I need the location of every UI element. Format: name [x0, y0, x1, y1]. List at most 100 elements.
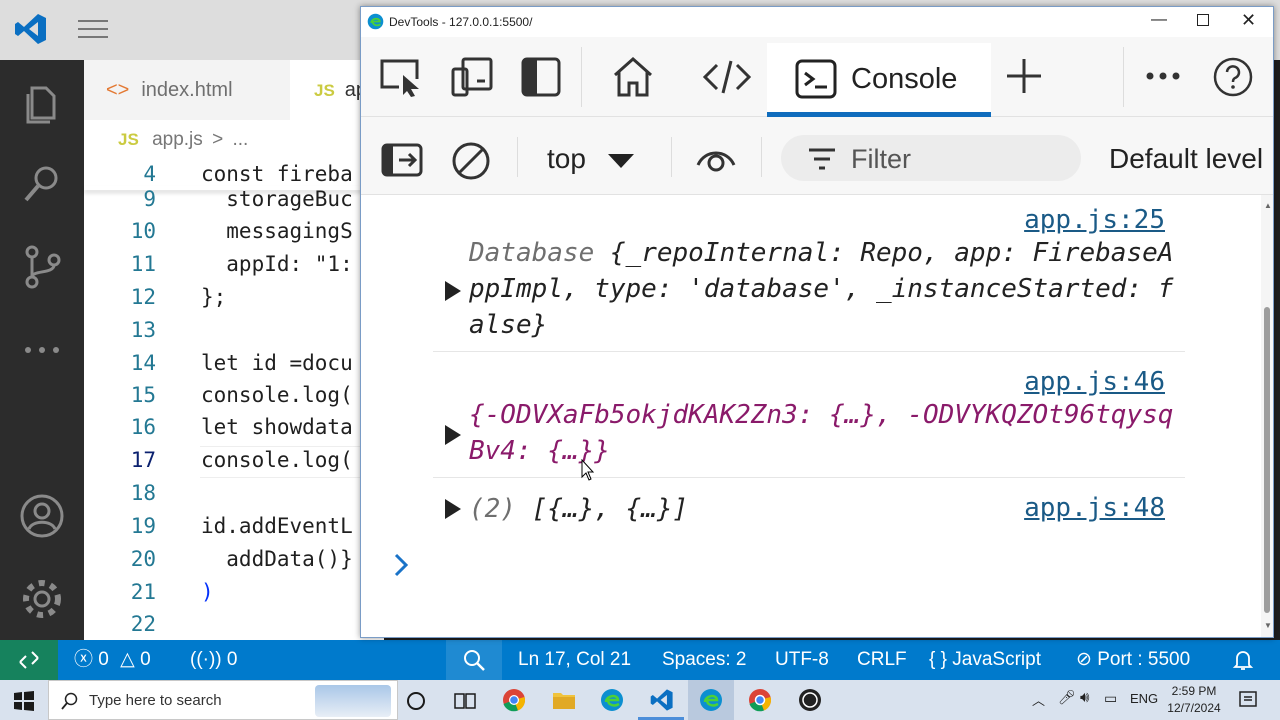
vscode-taskbar-icon[interactable]	[650, 688, 674, 712]
live-expression-eye-icon[interactable]	[695, 145, 737, 175]
tray-chevron-icon[interactable]: ︿	[1032, 690, 1045, 709]
console-message[interactable]: Database {_repoInternal: Repo, app: Fire…	[469, 235, 1179, 343]
file-explorer-icon[interactable]	[552, 689, 576, 711]
elements-tab-icon[interactable]	[703, 59, 751, 95]
js-file-icon: JS	[314, 81, 335, 100]
line-number: 13	[130, 318, 156, 342]
console-input[interactable]	[421, 547, 1221, 583]
scrollbar-thumb[interactable]	[1264, 307, 1270, 613]
more-icon[interactable]	[18, 326, 66, 374]
code-line: console.log(	[201, 448, 353, 472]
encoding[interactable]: UTF-8	[775, 640, 829, 680]
console-tab-icon	[795, 59, 837, 99]
network-icon[interactable]: ▭	[1104, 690, 1117, 707]
more-tools-icon[interactable]	[1145, 71, 1181, 81]
context-selector[interactable]: top	[547, 143, 634, 175]
microphone-icon[interactable]: 🎤︎	[1058, 689, 1076, 706]
explorer-icon[interactable]	[18, 80, 66, 128]
code-line: };	[201, 285, 227, 309]
tab-console[interactable]: Console	[767, 43, 991, 117]
code-line: appId: "1:	[201, 252, 353, 276]
devtools-window: DevTools - 127.0.0.1:5500/ — ✕ Console t…	[360, 6, 1274, 638]
toolbar-divider	[671, 137, 672, 177]
line-number: 16	[130, 415, 156, 439]
console-message[interactable]: {-ODVXaFb5okjdKAK2Zn3: {…}, -ODVYKQZOt96…	[469, 397, 1179, 469]
js-file-icon: JS	[118, 130, 139, 149]
message-separator	[433, 351, 1185, 352]
toolbar-divider	[761, 137, 762, 177]
dock-side-icon[interactable]	[521, 57, 561, 97]
edge-icon[interactable]	[600, 688, 624, 712]
notifications-bell-icon[interactable]	[1232, 649, 1254, 671]
breadcrumb-file[interactable]: app.js	[152, 129, 203, 150]
search-highlight-image	[315, 685, 391, 717]
devtools-titlebar[interactable]: DevTools - 127.0.0.1:5500/ — ✕	[361, 7, 1273, 37]
obs-icon[interactable]	[798, 688, 822, 712]
task-view-icon[interactable]	[454, 691, 476, 711]
html-file-icon: <>	[106, 79, 130, 101]
no-entry-icon: ⊘	[1076, 649, 1092, 670]
search-icon[interactable]	[18, 160, 66, 208]
scroll-up-icon[interactable]: ▲	[1264, 201, 1272, 210]
add-tab-plus-icon[interactable]	[1005, 57, 1043, 95]
volume-icon[interactable]: 🔊︎	[1080, 689, 1089, 706]
code-line: let showdata	[201, 415, 353, 439]
windows-start-icon[interactable]	[14, 691, 34, 711]
account-icon[interactable]	[18, 492, 66, 540]
device-emulation-icon[interactable]	[451, 57, 495, 99]
source-link[interactable]: app.js:46	[1024, 367, 1165, 397]
show-sidebar-icon[interactable]	[381, 143, 423, 177]
taskbar-search-box[interactable]: Type here to search	[48, 680, 398, 720]
tab-index-html[interactable]: <> index.html	[106, 60, 286, 120]
log-levels-dropdown[interactable]: Default level	[1109, 143, 1263, 175]
minimize-button[interactable]: —	[1151, 11, 1167, 29]
live-server-port[interactable]: ⊘ Port : 5500	[1076, 640, 1190, 680]
source-control-icon[interactable]	[18, 242, 66, 290]
cortana-icon[interactable]	[406, 691, 426, 711]
problems-indicator[interactable]: ⓧ 0 △ 0	[74, 640, 151, 680]
console-toolbar: top Filter Default level	[361, 117, 1273, 195]
edge-devtools-taskbar-button[interactable]	[688, 680, 734, 720]
help-icon[interactable]	[1213, 57, 1253, 97]
search-placeholder: Type here to search	[89, 692, 222, 709]
scroll-down-icon[interactable]: ▼	[1264, 621, 1272, 630]
console-message[interactable]: (2) [{…}, {…}]	[469, 491, 1179, 527]
line-number: 20	[130, 547, 156, 571]
mouse-cursor-icon	[581, 459, 595, 481]
breadcrumb: JS app.js > ...	[84, 120, 384, 160]
close-button[interactable]: ✕	[1241, 10, 1256, 31]
code-editor[interactable]: 4 const fireba 9 storageBuc 10 messaging…	[84, 160, 384, 640]
source-link[interactable]: app.js:25	[1024, 205, 1165, 235]
expand-triangle-icon[interactable]	[445, 499, 461, 519]
language-indicator[interactable]: ENG	[1130, 691, 1158, 706]
expand-triangle-icon[interactable]	[445, 425, 461, 445]
console-scrollbar[interactable]: ▲ ▼	[1261, 195, 1273, 637]
chrome-icon[interactable]	[502, 688, 526, 712]
ports-indicator[interactable]: ((·)) 0	[190, 640, 238, 680]
search-icon	[61, 692, 78, 710]
chrome-profile-icon[interactable]	[748, 688, 772, 712]
end-of-line[interactable]: CRLF	[857, 640, 907, 680]
action-center-icon[interactable]	[1238, 690, 1258, 710]
console-output[interactable]: app.js:25 Database {_repoInternal: Repo,…	[361, 195, 1261, 637]
line-number: 12	[130, 285, 156, 309]
maximize-button[interactable]	[1197, 14, 1209, 26]
settings-gear-icon[interactable]	[18, 575, 66, 623]
zoom-button[interactable]	[446, 640, 502, 680]
remote-indicator[interactable]	[0, 640, 58, 680]
indentation[interactable]: Spaces: 2	[662, 640, 747, 680]
message-separator	[433, 477, 1185, 478]
clock[interactable]: 2:59 PM 12/7/2024	[1166, 683, 1222, 717]
clear-console-icon[interactable]	[451, 141, 491, 181]
status-bar: ⓧ 0 △ 0 ((·)) 0 Ln 17, Col 21 Spaces: 2 …	[0, 640, 1280, 680]
vscode-logo-icon	[15, 14, 46, 44]
expand-triangle-icon[interactable]	[445, 281, 461, 301]
inspect-element-icon[interactable]	[379, 57, 423, 97]
welcome-home-icon[interactable]	[611, 55, 655, 99]
line-number: 15	[130, 383, 156, 407]
language-mode[interactable]: { } JavaScript	[929, 640, 1041, 680]
cursor-position[interactable]: Ln 17, Col 21	[518, 640, 631, 680]
line-number: 11	[130, 252, 156, 276]
menu-hamburger-icon[interactable]	[78, 20, 108, 40]
filter-input[interactable]: Filter	[781, 135, 1081, 181]
